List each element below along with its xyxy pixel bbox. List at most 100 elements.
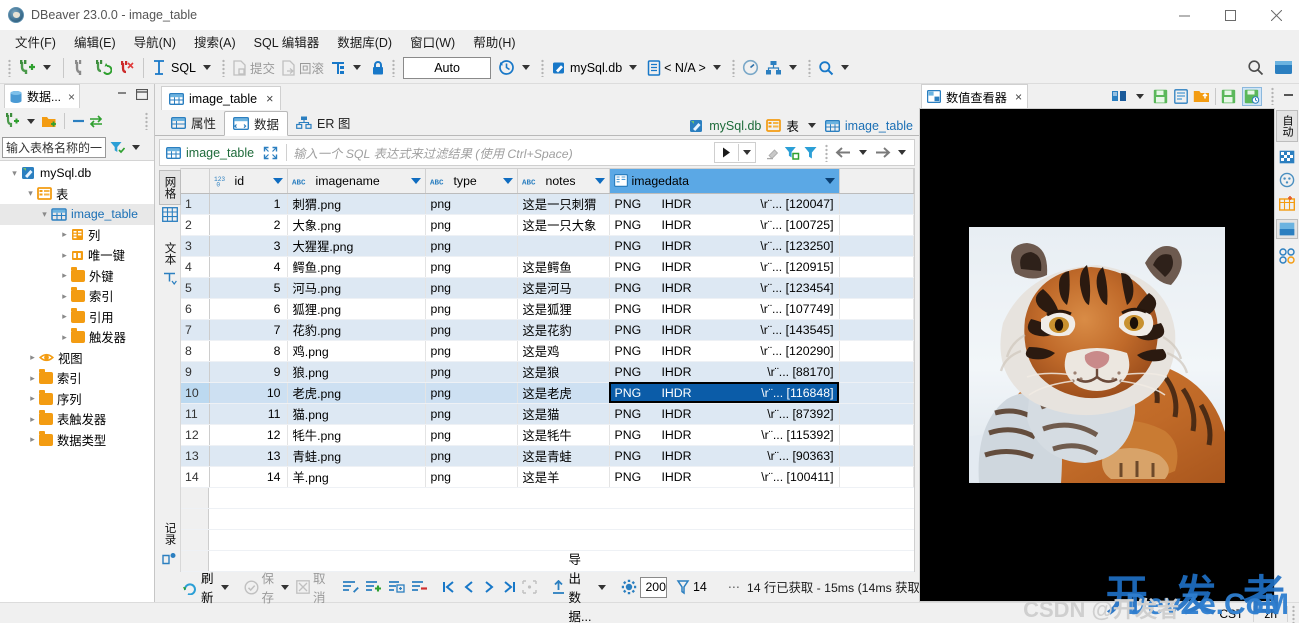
cell-imagedata[interactable]: PNGIHDR\r¨... [120047] [609, 193, 839, 214]
cell-type[interactable]: png [425, 277, 517, 298]
cell-type[interactable]: png [425, 256, 517, 277]
cell-imagedata[interactable]: PNGIHDR\r¨... [115392] [609, 424, 839, 445]
cell-type[interactable]: png [425, 319, 517, 340]
cell-id[interactable]: 10 [209, 382, 287, 403]
dashboard-button[interactable] [739, 55, 762, 81]
cell-imagename[interactable]: 猫.png [287, 403, 425, 424]
cell-id[interactable]: 4 [209, 256, 287, 277]
table-row[interactable]: 1 1 刺猬.png png 这是一只刺猬 PNGIHDR\r¨... [120… [181, 193, 914, 214]
cell-notes[interactable]: 这是羊 [517, 466, 609, 487]
value-panel-menu-icon[interactable] [1271, 87, 1274, 105]
lock-button[interactable] [368, 55, 388, 81]
value-viewer-close-icon[interactable]: × [1015, 90, 1022, 104]
cell-imagename[interactable]: 狼.png [287, 361, 425, 382]
table-row[interactable]: 4 4 鳄鱼.png png 这是鳄鱼 PNGIHDR\r¨... [12091… [181, 256, 914, 277]
cell-id[interactable]: 5 [209, 277, 287, 298]
cell-type[interactable]: png [425, 445, 517, 466]
filter-dropdown-caret[interactable] [132, 145, 140, 150]
cell-imagename[interactable]: 花豹.png [287, 319, 425, 340]
tree-expander-icon[interactable]: ▸ [58, 250, 71, 261]
column-header-notes[interactable]: ABC notes [517, 169, 609, 193]
export-caret[interactable] [598, 585, 606, 590]
cell-type[interactable]: png [425, 214, 517, 235]
tree-item-tables[interactable]: ▾ 表 [0, 184, 154, 205]
menu-window[interactable]: 窗口(W) [401, 30, 464, 53]
toolbar-drag-handle[interactable] [8, 59, 11, 77]
cell-imagedata[interactable]: PNGIHDR\r¨... [123250] [609, 235, 839, 256]
cell-notes[interactable]: 这是花豹 [517, 319, 609, 340]
new-connection-dropdown-caret[interactable] [43, 65, 51, 70]
cell-notes[interactable]: 这是鳄鱼 [517, 256, 609, 277]
column-sort-caret[interactable] [825, 178, 835, 184]
cell-id[interactable]: 9 [209, 361, 287, 382]
close-button[interactable] [1253, 0, 1299, 30]
tab-data[interactable]: 数据 [224, 111, 288, 136]
image-view-icon[interactable] [1279, 150, 1295, 164]
reconnect-button[interactable] [91, 55, 115, 81]
tab-er-diagram[interactable]: ER 图 [288, 110, 358, 135]
global-search-icon[interactable] [1247, 59, 1264, 76]
cell-imagedata[interactable]: PNGIHDR\r¨... [120290] [609, 340, 839, 361]
grid-icon[interactable] [162, 207, 178, 222]
cell-imagename[interactable]: 老虎.png [287, 382, 425, 403]
table-filter-input[interactable]: 输入表格名称的一 [2, 137, 106, 158]
maximize-button[interactable] [1207, 0, 1253, 30]
sql-editor-button[interactable]: SQL [149, 55, 218, 81]
sql-editor-dropdown-caret[interactable] [203, 65, 211, 70]
table-row[interactable]: 12 12 牦牛.png png 这是牦牛 PNGIHDR\r¨... [115… [181, 424, 914, 445]
tree-expander-icon[interactable]: ▾ [8, 168, 21, 179]
presentation-tab-record[interactable]: 记录 [160, 517, 180, 550]
cell-type[interactable]: png [425, 361, 517, 382]
perspective-database-icon[interactable] [1274, 59, 1293, 76]
cell-notes[interactable]: 这是鸡 [517, 340, 609, 361]
cell-imagedata[interactable]: PNGIHDR\r¨... [88170] [609, 361, 839, 382]
cell-imagename[interactable]: 牦牛.png [287, 424, 425, 445]
tree-item-references[interactable]: ▸ 引用 [0, 307, 154, 328]
cell-imagedata[interactable]: PNGIHDR\r¨... [123454] [609, 277, 839, 298]
context-type-caret[interactable] [808, 123, 816, 128]
forward-history-caret[interactable] [898, 150, 906, 155]
clear-filter-icon[interactable] [765, 146, 781, 160]
cell-imagename[interactable]: 刺猬.png [287, 193, 425, 214]
cell-id[interactable]: 2 [209, 214, 287, 235]
export-data-button[interactable]: 导出数据... [548, 575, 595, 599]
tab-image-table[interactable]: image_table × [161, 86, 281, 110]
cell-type[interactable]: png [425, 466, 517, 487]
cell-id[interactable]: 13 [209, 445, 287, 466]
transaction-mode-caret[interactable] [353, 65, 361, 70]
refresh-button[interactable]: 刷新 [179, 575, 217, 599]
apply-filter-icon[interactable] [715, 147, 738, 158]
status-bar-resize-handle[interactable] [1292, 605, 1295, 623]
back-navigation-icon[interactable] [835, 146, 852, 159]
new-folder-icon[interactable] [41, 114, 58, 129]
text-view-icon[interactable] [163, 272, 177, 286]
cell-imagedata[interactable]: PNGIHDR\r¨... [100411] [609, 466, 839, 487]
cell-type[interactable]: png [425, 193, 517, 214]
table-row[interactable]: 3 3 大猩猩.png png PNGIHDR\r¨... [123250] [181, 235, 914, 256]
cell-type[interactable]: png [425, 340, 517, 361]
view-as-caret[interactable] [1136, 94, 1144, 99]
previous-row-button[interactable] [459, 575, 479, 599]
table-row[interactable]: 8 8 鸡.png png 这是鸡 PNGIHDR\r¨... [120290] [181, 340, 914, 361]
cell-type[interactable]: png [425, 298, 517, 319]
tree-item-table-triggers[interactable]: ▸ 表触发器 [0, 409, 154, 430]
cell-imagedata[interactable]: PNGIHDR\r¨... [100725] [609, 214, 839, 235]
load-from-file-icon[interactable] [1193, 89, 1210, 104]
column-header-type[interactable]: ABC type [425, 169, 517, 193]
cell-id[interactable]: 6 [209, 298, 287, 319]
presentation-tab-grid[interactable]: 网格 [159, 170, 181, 205]
disconnect-button[interactable] [69, 55, 91, 81]
edit-row-button[interactable] [339, 575, 362, 599]
tree-item-sequences[interactable]: ▸ 序列 [0, 389, 154, 410]
context-object-type-label[interactable]: 表 [786, 116, 799, 135]
record-view-icon[interactable] [162, 552, 177, 565]
column-header-imagename[interactable]: ABC imagename [287, 169, 425, 193]
transaction-auto-commit-selector[interactable]: Auto [403, 57, 491, 79]
disconnect-all-button[interactable] [115, 55, 138, 81]
cell-type[interactable]: png [425, 382, 517, 403]
status-overflow-icon[interactable]: ⋯ [728, 580, 740, 594]
tree-expander-icon[interactable]: ▸ [58, 229, 71, 240]
cell-notes[interactable]: 这是青蛙 [517, 445, 609, 466]
save-filter-icon[interactable] [784, 146, 800, 160]
navigator-new-caret[interactable] [27, 119, 35, 124]
